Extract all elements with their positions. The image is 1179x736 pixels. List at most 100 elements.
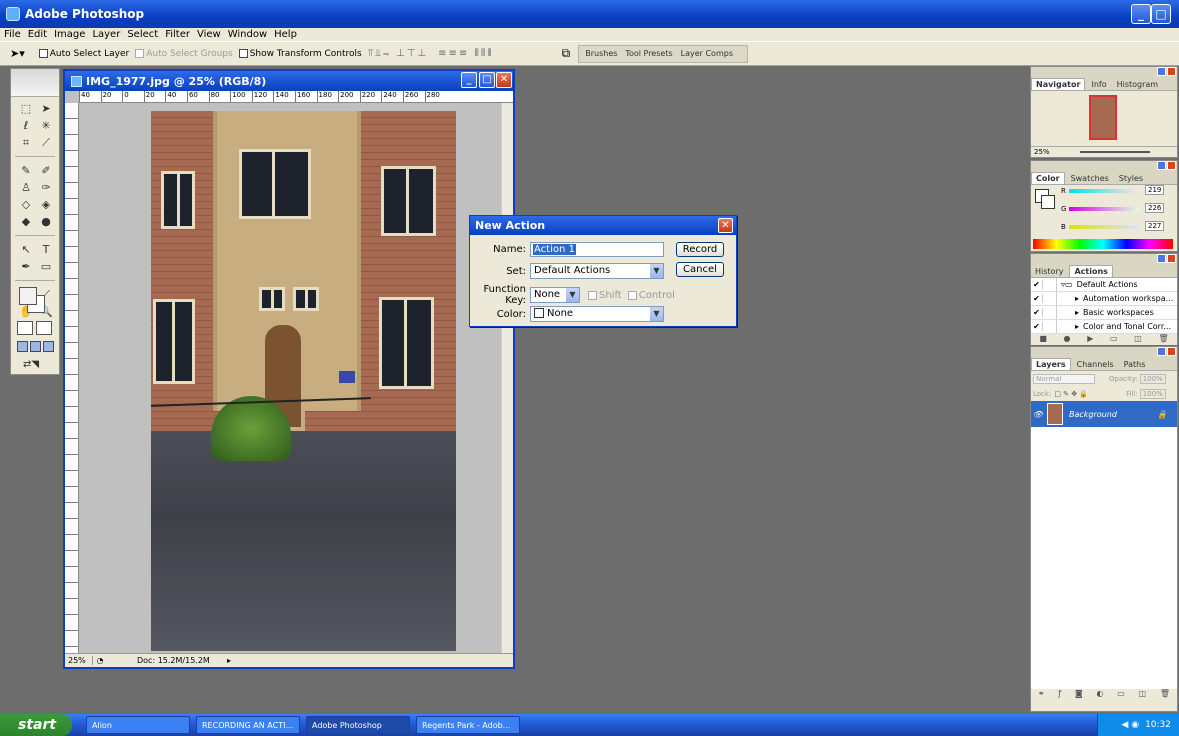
layer-style-icon[interactable]: ƒ xyxy=(1058,689,1061,701)
menu-help[interactable]: Help xyxy=(274,29,297,40)
clone-stamp-icon[interactable]: ♙ xyxy=(17,180,35,195)
well-tab-brushes[interactable]: Brushes xyxy=(585,49,617,58)
tab-histogram[interactable]: Histogram xyxy=(1113,79,1163,90)
navigator-zoom-slider[interactable] xyxy=(1079,151,1150,153)
link-icon[interactable]: ⚭ xyxy=(1038,689,1045,701)
align-icons[interactable]: ⫪⫫⫬ ⊥⊤⊥ xyxy=(368,48,428,59)
palette-minimize-icon[interactable] xyxy=(1157,67,1166,76)
action-name-field[interactable]: Action 1 xyxy=(530,242,664,257)
palette-minimize-icon[interactable] xyxy=(1157,161,1166,170)
canvas-area[interactable] xyxy=(79,103,501,653)
chevron-down-icon[interactable]: ▼ xyxy=(566,288,579,302)
palette-minimize-icon[interactable] xyxy=(1157,347,1166,356)
stop-icon[interactable]: ■ xyxy=(1039,334,1047,345)
menu-layer[interactable]: Layer xyxy=(92,29,120,40)
document-vertical-scrollbar[interactable] xyxy=(501,103,513,653)
palette-well-icon[interactable]: ⧉ xyxy=(562,46,571,61)
palette-close-icon[interactable] xyxy=(1167,347,1176,356)
doc-minimize-button[interactable]: _ xyxy=(461,72,477,88)
menu-select[interactable]: Select xyxy=(127,29,158,40)
menu-edit[interactable]: Edit xyxy=(28,29,47,40)
action-row[interactable]: ✔ ▸ Color and Tonal Corr... xyxy=(1031,320,1177,334)
status-menu-arrow-icon[interactable]: ▸ xyxy=(227,656,231,665)
navigator-zoom[interactable]: 25% xyxy=(1034,148,1050,156)
maximize-button[interactable]: □ xyxy=(1151,4,1171,24)
well-tab-tool-presets[interactable]: Tool Presets xyxy=(625,49,672,58)
tab-color[interactable]: Color xyxy=(1031,172,1065,184)
tab-history[interactable]: History xyxy=(1031,266,1067,277)
color-bg-swatch[interactable] xyxy=(1041,195,1055,209)
brush-tool-icon[interactable]: ✐ xyxy=(37,163,55,178)
slice-tool-icon[interactable]: ⟋ xyxy=(37,135,55,150)
healing-brush-icon[interactable]: ✎ xyxy=(17,163,35,178)
new-set-icon[interactable]: ▭ xyxy=(1110,334,1118,345)
blue-slider[interactable] xyxy=(1069,225,1139,229)
tab-swatches[interactable]: Swatches xyxy=(1067,173,1113,184)
action-row[interactable]: ✔ ▸ Automation workspa... xyxy=(1031,292,1177,306)
shift-checkbox[interactable] xyxy=(588,290,597,300)
task-alion[interactable]: Alion xyxy=(86,716,190,734)
task-photoshop[interactable]: Adobe Photoshop xyxy=(306,716,410,734)
record-button[interactable]: Record xyxy=(676,242,724,257)
jump-to-imageready-icon[interactable]: ⇄◥ xyxy=(23,359,39,370)
type-tool-icon[interactable]: T xyxy=(37,242,55,257)
tab-navigator[interactable]: Navigator xyxy=(1031,78,1086,90)
tab-info[interactable]: Info xyxy=(1087,79,1110,90)
eye-icon[interactable]: 👁 xyxy=(1031,410,1045,419)
auto-select-layer-checkbox[interactable] xyxy=(38,49,48,58)
tab-channels[interactable]: Channels xyxy=(1073,359,1118,370)
history-brush-icon[interactable]: ✑ xyxy=(37,180,55,195)
foreground-color-swatch[interactable] xyxy=(19,287,37,305)
palette-close-icon[interactable] xyxy=(1167,254,1176,263)
standard-mode-icon[interactable] xyxy=(17,321,33,335)
fill-field[interactable]: 100% xyxy=(1139,388,1166,399)
auto-select-layer-option[interactable]: Auto Select Layer xyxy=(38,49,129,59)
tab-paths[interactable]: Paths xyxy=(1120,359,1150,370)
opacity-field[interactable]: 100% xyxy=(1139,373,1166,384)
chevron-down-icon[interactable]: ▼ xyxy=(650,264,663,278)
dodge-tool-icon[interactable]: ● xyxy=(37,214,55,229)
lock-icons[interactable]: □ ✎ ✥ 🔒 xyxy=(1054,390,1088,398)
navigator-preview[interactable] xyxy=(1031,91,1177,146)
blur-tool-icon[interactable]: ◆ xyxy=(17,214,35,229)
mask-icon[interactable]: ◙ xyxy=(1075,689,1083,701)
new-action-icon[interactable]: ◫ xyxy=(1134,334,1142,345)
minimize-button[interactable]: _ xyxy=(1131,4,1151,24)
green-value[interactable]: 226 xyxy=(1145,203,1165,213)
palette-minimize-icon[interactable] xyxy=(1157,254,1166,263)
red-value[interactable]: 219 xyxy=(1145,185,1165,195)
red-slider[interactable] xyxy=(1069,189,1139,193)
record-icon[interactable]: ● xyxy=(1064,334,1071,345)
quick-mask-icon[interactable] xyxy=(36,321,52,335)
task-recording[interactable]: RECORDING AN ACTI... xyxy=(196,716,300,734)
eraser-tool-icon[interactable]: ◇ xyxy=(17,197,35,212)
blue-value[interactable]: 227 xyxy=(1145,221,1165,231)
set-select[interactable]: Default Actions ▼ xyxy=(530,263,664,279)
task-regents-park[interactable]: Regents Park - Adob... xyxy=(416,716,520,734)
pen-tool-icon[interactable]: ✒ xyxy=(17,259,35,274)
auto-select-groups-option[interactable]: Auto Select Groups xyxy=(135,49,233,59)
trash-icon[interactable]: 🗑 xyxy=(1158,334,1168,345)
group-icon[interactable]: ▭ xyxy=(1117,689,1125,701)
trash-icon[interactable]: 🗑 xyxy=(1160,689,1170,701)
magic-wand-tool-icon[interactable]: ✳ xyxy=(37,118,55,133)
menu-image[interactable]: Image xyxy=(54,29,85,40)
distribute-icons[interactable]: ≡≡≡ ⦀⦀⦀ xyxy=(438,48,494,59)
move-tool-icon[interactable]: ➤▾ xyxy=(10,47,25,60)
color-ramp[interactable] xyxy=(1033,239,1173,249)
action-set-row[interactable]: ✔ ▿▭ Default Actions xyxy=(1031,278,1177,292)
marquee-tool-icon[interactable]: ⬚ xyxy=(17,101,35,116)
screen-mode-full-icon[interactable] xyxy=(43,341,54,352)
auto-select-groups-checkbox[interactable] xyxy=(135,49,145,58)
control-checkbox[interactable] xyxy=(627,290,637,300)
menu-filter[interactable]: Filter xyxy=(165,29,190,40)
start-button[interactable]: start xyxy=(0,714,72,736)
palette-close-icon[interactable] xyxy=(1167,67,1176,76)
move-tool-icon[interactable]: ➤ xyxy=(37,101,55,116)
color-select[interactable]: None ▼ xyxy=(530,306,664,322)
tab-layers[interactable]: Layers xyxy=(1031,358,1071,370)
layer-row-background[interactable]: 👁 Background 🔒 xyxy=(1031,401,1177,427)
cancel-button[interactable]: Cancel xyxy=(676,262,724,277)
zoom-level[interactable]: 25% xyxy=(65,656,93,665)
new-layer-icon[interactable]: ◫ xyxy=(1139,689,1147,701)
